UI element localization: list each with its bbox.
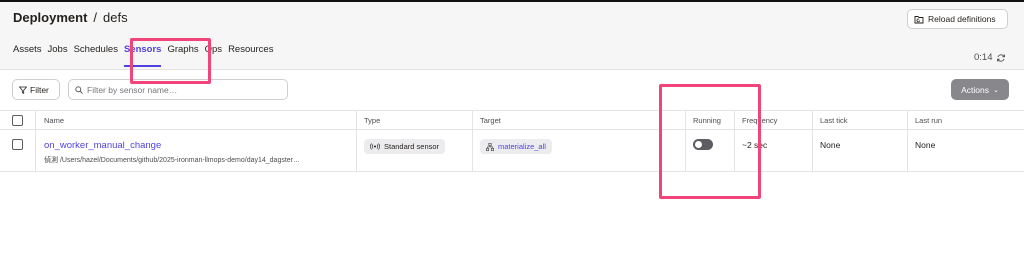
refresh-countdown[interactable]: 0:14 — [974, 52, 1006, 63]
column-header-last-run: Last run — [915, 116, 943, 125]
row-checkbox[interactable] — [12, 139, 23, 150]
tab-ops[interactable]: Ops — [205, 44, 222, 68]
sensor-description: 偵測 /Users/hazel/Documents/github/2025-ir… — [44, 157, 301, 164]
chevron-down-icon: ⌄ — [993, 86, 999, 94]
column-header-running: Running — [693, 116, 721, 125]
sensor-icon — [370, 143, 380, 150]
sensor-type-tag: Standard sensor — [364, 139, 446, 154]
select-all-checkbox[interactable] — [12, 115, 23, 126]
tab-jobs[interactable]: Jobs — [48, 44, 68, 68]
table-row: on_worker_manual_change 偵測 /Users/hazel/… — [0, 130, 1024, 172]
tab-bar: Assets Jobs Schedules Sensors Graphs Ops… — [13, 44, 279, 68]
column-header-name[interactable]: Name — [44, 116, 64, 125]
reload-definitions-label: Reload definitions — [928, 14, 996, 24]
sensor-name-link[interactable]: on_worker_manual_change — [44, 140, 161, 151]
sensor-search-box — [68, 79, 288, 100]
tab-schedules[interactable]: Schedules — [74, 44, 118, 68]
last-run-value: None — [915, 140, 936, 150]
reload-definitions-icon — [914, 15, 924, 23]
table-header: Name Type Target Running Frequency Last … — [0, 110, 1024, 130]
breadcrumb: Deployment / defs — [13, 10, 128, 25]
actions-button[interactable]: Actions ⌄ — [951, 79, 1009, 100]
sensor-type-label: Standard sensor — [384, 142, 440, 151]
actions-label: Actions — [961, 84, 989, 95]
sensor-running-toggle[interactable] — [693, 139, 713, 150]
tab-sensors[interactable]: Sensors — [123, 44, 161, 68]
frequency-value: ~2 sec — [742, 140, 768, 150]
tab-assets[interactable]: Assets — [13, 44, 42, 68]
target-job-tag[interactable]: materialize_all — [480, 139, 552, 154]
filter-button[interactable]: Filter — [12, 79, 60, 100]
reload-definitions-button[interactable]: Reload definitions — [907, 9, 1008, 29]
last-tick-value: None — [820, 140, 841, 150]
column-header-type: Type — [364, 116, 381, 125]
column-header-target: Target — [480, 116, 501, 125]
breadcrumb-separator: / — [93, 10, 98, 25]
breadcrumb-location[interactable]: defs — [103, 10, 128, 25]
tab-resources[interactable]: Resources — [228, 44, 273, 68]
column-header-frequency: Frequency — [742, 116, 778, 125]
job-graph-icon — [486, 142, 494, 151]
search-icon — [75, 85, 83, 94]
sensor-search-input[interactable] — [87, 84, 277, 95]
breadcrumb-root[interactable]: Deployment — [13, 10, 87, 25]
target-job-label: materialize_all — [498, 142, 546, 151]
refresh-countdown-label: 0:14 — [974, 52, 993, 63]
toggle-knob — [695, 141, 702, 148]
refresh-icon — [996, 53, 1005, 62]
filter-icon — [19, 86, 27, 94]
tab-graphs[interactable]: Graphs — [167, 44, 198, 68]
filter-label: Filter — [30, 84, 49, 95]
column-header-last-tick: Last tick — [820, 116, 848, 125]
